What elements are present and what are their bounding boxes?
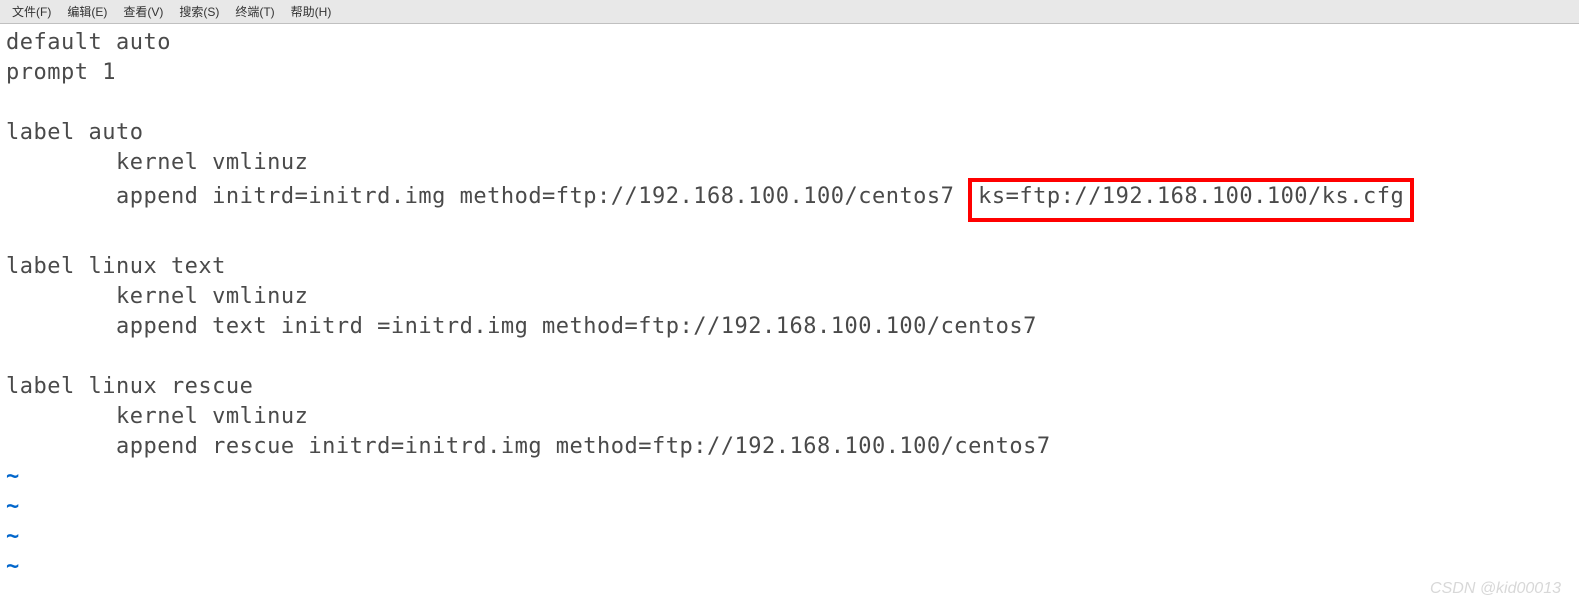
- watermark: CSDN @kid00013: [1430, 580, 1561, 598]
- menu-edit[interactable]: 编辑(E): [59, 1, 115, 22]
- editor-line: kernel vmlinuz: [6, 282, 1573, 312]
- menu-search[interactable]: 搜索(S): [171, 1, 227, 22]
- vim-tilde: ~: [6, 522, 1573, 552]
- editor-line: append rescue initrd=initrd.img method=f…: [6, 432, 1573, 462]
- vim-tilde: ~: [6, 492, 1573, 522]
- vim-tilde: ~: [6, 552, 1573, 582]
- line-text: append initrd=initrd.img method=ftp://19…: [6, 184, 954, 209]
- editor-content[interactable]: default autoprompt 1 label auto kernel vm…: [0, 24, 1579, 586]
- editor-line: label linux rescue: [6, 372, 1573, 402]
- menu-help[interactable]: 帮助(H): [283, 1, 340, 22]
- editor-line: default auto: [6, 28, 1573, 58]
- menu-terminal[interactable]: 终端(T): [227, 1, 282, 22]
- menubar: 文件(F) 编辑(E) 查看(V) 搜索(S) 终端(T) 帮助(H): [0, 0, 1579, 24]
- editor-line: prompt 1: [6, 58, 1573, 88]
- editor-line: append text initrd =initrd.img method=ft…: [6, 312, 1573, 342]
- menu-view[interactable]: 查看(V): [115, 1, 171, 22]
- editor-line: kernel vmlinuz: [6, 148, 1573, 178]
- editor-line: [6, 342, 1573, 372]
- editor-line: kernel vmlinuz: [6, 402, 1573, 432]
- menu-file[interactable]: 文件(F): [4, 1, 59, 22]
- editor-line: [6, 222, 1573, 252]
- vim-tilde: ~: [6, 462, 1573, 492]
- editor-line: label linux text: [6, 252, 1573, 282]
- editor-line: append initrd=initrd.img method=ftp://19…: [6, 178, 1573, 222]
- highlighted-ks-param: ks=ftp://192.168.100.100/ks.cfg: [968, 178, 1414, 222]
- editor-line: label auto: [6, 118, 1573, 148]
- editor-line: [6, 88, 1573, 118]
